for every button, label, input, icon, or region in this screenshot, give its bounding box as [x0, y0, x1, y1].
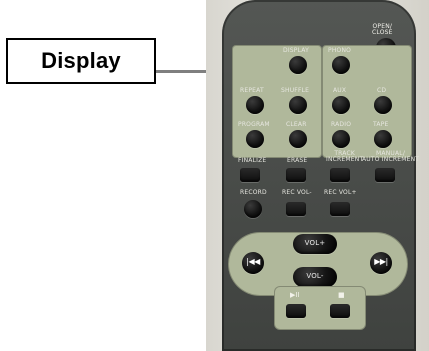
radio-label: RADIO [331, 121, 352, 128]
aux-button[interactable] [332, 96, 350, 114]
manual-auto-increment-button[interactable] [375, 168, 395, 182]
tape-button[interactable] [374, 130, 392, 148]
rec-vol-plus-label: REC VOL+ [324, 189, 357, 196]
record-label: RECORD [240, 189, 267, 196]
track-increment-button[interactable] [330, 168, 350, 182]
repeat-label: REPEAT [240, 87, 264, 94]
finalize-button[interactable] [240, 168, 260, 182]
radio-button[interactable] [332, 130, 350, 148]
callout-line [156, 70, 206, 73]
aux-label: AUX [333, 87, 347, 94]
clear-button[interactable] [289, 130, 307, 148]
display-button[interactable] [289, 56, 307, 74]
shuffle-label: SHUFFLE [281, 87, 310, 94]
callout-box: Display [6, 38, 156, 84]
cd-label: CD [377, 87, 387, 94]
next-track-icon: ▶▶| [374, 257, 388, 266]
play-pause-button[interactable] [286, 304, 306, 318]
screenshot-canvas: Display OPEN/CLOSE DISPLAY REPEAT SHUFFL… [0, 0, 429, 351]
rec-vol-minus-button[interactable] [286, 202, 306, 216]
rec-vol-minus-label: REC VOL- [282, 189, 312, 196]
vol-minus-button[interactable]: VOL- [293, 267, 337, 287]
previous-track-icon: |◀◀ [246, 257, 260, 266]
open-close-label: OPEN/CLOSE [372, 23, 393, 36]
clear-label: CLEAR [286, 121, 307, 128]
callout-label: Display [41, 48, 121, 73]
vol-minus-label: VOL- [306, 272, 324, 280]
erase-button[interactable] [286, 168, 306, 182]
track-increment-label: TRACK INCREMENT [326, 150, 364, 163]
stop-button[interactable] [330, 304, 350, 318]
phono-label: PHONO [328, 47, 352, 54]
manual-auto-increment-label: MANUAL/AUTO INCREMENT [362, 150, 420, 163]
rec-vol-plus-button[interactable] [330, 202, 350, 216]
tape-label: TAPE [373, 121, 389, 128]
program-button[interactable] [246, 130, 264, 148]
phono-button[interactable] [332, 56, 350, 74]
finalize-label: FINALIZE [238, 157, 267, 164]
play-pause-icon: ▶II [290, 291, 300, 299]
cd-button[interactable] [374, 96, 392, 114]
next-track-button[interactable]: ▶▶| [370, 252, 392, 274]
repeat-button[interactable] [246, 96, 264, 114]
program-label: PROGRAM [238, 121, 270, 128]
record-button[interactable] [244, 200, 262, 218]
vol-plus-label: VOL+ [304, 239, 326, 247]
shuffle-button[interactable] [289, 96, 307, 114]
erase-label: ERASE [287, 157, 308, 164]
display-label: DISPLAY [283, 47, 310, 54]
previous-track-button[interactable]: |◀◀ [242, 252, 264, 274]
stop-icon: ■ [338, 291, 345, 299]
vol-plus-button[interactable]: VOL+ [293, 234, 337, 254]
